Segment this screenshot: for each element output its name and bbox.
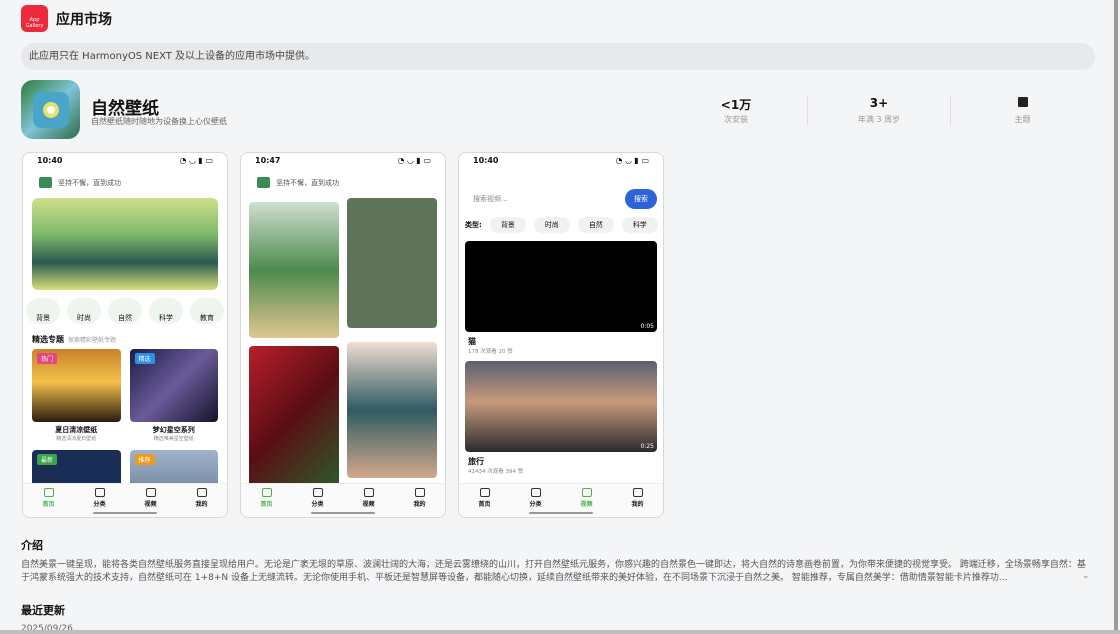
nav-home: 首页 <box>252 488 282 517</box>
wallpaper-thumb <box>347 198 437 328</box>
bottom-nav: 首页 分类 视频 我的 <box>23 483 227 517</box>
status-bar: 10:47 ◔ ◡ ▮ ▭ <box>255 156 431 165</box>
screenshot-2[interactable]: 10:47 ◔ ◡ ▮ ▭ 坚持不懈，直到成功 首页 分类 视频 我的 <box>240 152 446 518</box>
scrollbar[interactable] <box>1114 0 1118 630</box>
stat-installs: <1万次安装 <box>665 96 808 125</box>
stat-age: 3+ 年满 3 周岁 <box>808 96 951 125</box>
nav-mine: 我的 <box>623 488 653 517</box>
stat-label: 次安装 <box>724 115 748 124</box>
stat-label: 主题 <box>1014 115 1031 124</box>
category-science: 科学 <box>149 298 183 324</box>
screenshot-3[interactable]: 10:40 ◔ ◡ ▮ ▭ 搜索视频... 搜索 类型: 背景 时尚 自然 科学 0:05 … <box>458 152 664 518</box>
video-search: 搜索视频... 搜索 <box>459 167 663 215</box>
status-bar: 10:40 ◔ ◡ ▮ ▭ <box>473 156 649 165</box>
stat-category: 主题 <box>951 96 1094 125</box>
status-bar: 10:40 ◔ ◡ ▮ ▭ <box>37 156 213 165</box>
stat-value: 3+ <box>869 96 889 110</box>
availability-notice: 此应用只在 HarmonyOS NEXT 及以上设备的应用市场中提供。 <box>21 43 1095 70</box>
stat-value: <1万 <box>720 98 752 112</box>
topic-card: 精选 梦幻星空系列 精选唯美星空壁纸 <box>129 349 218 442</box>
type-filter: 类型: 背景 时尚 自然 科学 <box>459 215 663 235</box>
nav-video: 视频 <box>572 488 602 517</box>
category-bg: 背景 <box>26 298 60 324</box>
intro-text: 自然美景一键呈现，能将各类自然壁纸服务直接呈现给用户。无论是广袤无垠的草原、波澜… <box>21 560 1086 583</box>
bottom-nav: 首页 分类 视频 我的 <box>241 483 445 517</box>
app-icon <box>21 80 80 139</box>
category-fashion: 时尚 <box>67 298 101 324</box>
nav-video: 视频 <box>354 488 384 517</box>
intro-heading: 介绍 <box>21 539 43 552</box>
nav-category: 分类 <box>521 488 551 517</box>
nav-category: 分类 <box>85 488 115 517</box>
screenshots: 10:40 ◔ ◡ ▮ ▭ 坚持不懈，直到成功 背景 时尚 自然 科学 教育 精选… <box>22 152 664 518</box>
video-title: 旅行 <box>468 457 484 466</box>
updates-heading: 最近更新 <box>21 604 65 617</box>
wallpaper-thumb <box>249 346 339 486</box>
expand-chevron-icon[interactable]: ⌄ <box>1082 571 1090 581</box>
category-education: 教育 <box>190 298 224 324</box>
nav-video: 视频 <box>136 488 166 517</box>
video-thumb: 0:25 <box>465 361 657 452</box>
header-slogan: 坚持不懈，直到成功 <box>58 178 121 187</box>
header-slogan: 坚持不懈，直到成功 <box>276 178 339 187</box>
stat-label: 年满 3 周岁 <box>857 115 901 124</box>
category-nature: 自然 <box>108 298 142 324</box>
video-meta: 41434 次观看 394 赞 <box>468 469 524 475</box>
video-meta: 178 次观看 20 赞 <box>468 349 513 355</box>
featured-section: 精选专题 探索精彩壁纸专题 <box>32 335 117 344</box>
banner-image <box>32 198 218 290</box>
nav-mine: 我的 <box>187 488 217 517</box>
wallpaper-thumb <box>249 202 339 338</box>
app-subtitle: 自然壁纸随时随地为设备换上心仪壁纸 <box>91 117 227 126</box>
nav-category: 分类 <box>303 488 333 517</box>
nav-home: 首页 <box>470 488 500 517</box>
store-title: 应用市场 <box>56 11 112 28</box>
wallpaper-grid <box>241 198 445 486</box>
app-mini-icon <box>39 177 52 188</box>
appgallery-logo: App Gallery <box>21 5 48 32</box>
video-thumb: 0:05 <box>465 241 657 332</box>
nav-home: 首页 <box>34 488 64 517</box>
store-header: App Gallery 应用市场 <box>21 5 112 32</box>
bottom-nav: 首页 分类 视频 我的 <box>459 483 663 517</box>
nav-mine: 我的 <box>405 488 435 517</box>
app-stats: <1万次安装 3+ 年满 3 周岁 主题 <box>665 96 1094 125</box>
app-mini-icon <box>257 177 270 188</box>
screenshot-1[interactable]: 10:40 ◔ ◡ ▮ ▭ 坚持不懈，直到成功 背景 时尚 自然 科学 教育 精选… <box>22 152 228 518</box>
bottom-bar <box>0 630 1120 634</box>
wallpaper-thumb <box>347 342 437 478</box>
topic-card: 热门 夏日清凉壁纸 精选清凉夏日壁纸 <box>32 349 121 442</box>
video-title: 猫 <box>468 337 476 346</box>
book-icon <box>1017 97 1028 107</box>
